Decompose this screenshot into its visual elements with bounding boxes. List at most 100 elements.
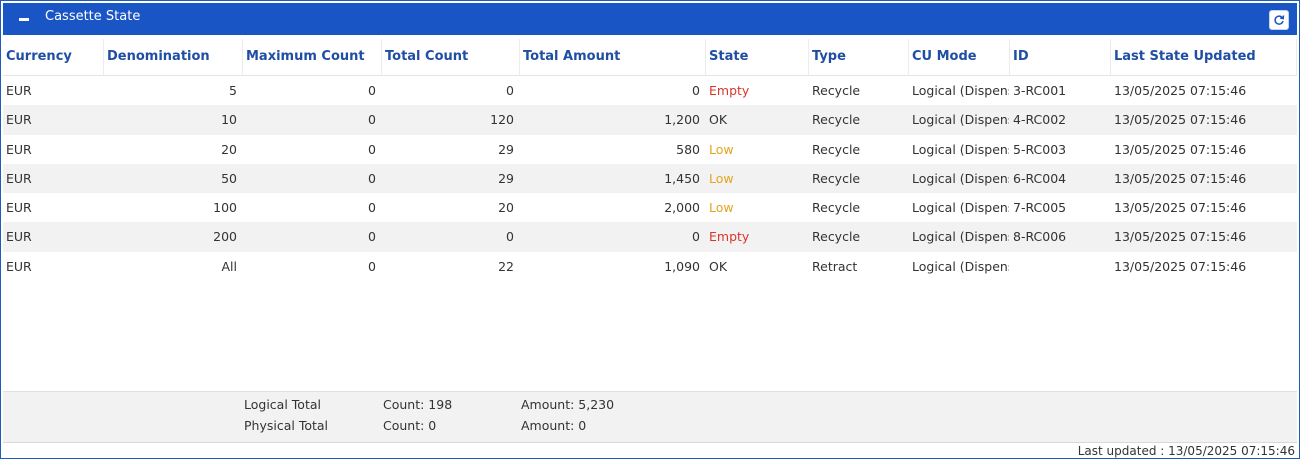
state-cell: Low [709, 141, 734, 157]
id-cell: 7-RC005 [1013, 200, 1067, 216]
last-updated-cell: 13/05/2025 07:15:46 [1114, 112, 1247, 128]
id-cell: 3-RC001 [1013, 83, 1067, 98]
refresh-button[interactable] [1269, 10, 1289, 30]
physical-total-amount: Amount: 0 [521, 418, 587, 433]
table-body: EUR5000EmptyRecycleLogical (Dispense)3-R… [3, 76, 1297, 281]
max-count-cell: 0 [368, 200, 376, 216]
cu-mode-cell: Logical (Dispense) [912, 170, 1009, 186]
total-count-cell: 0 [506, 229, 514, 245]
total-amount-cell: 2,000 [664, 200, 700, 216]
table-row[interactable]: EUR 20 0 29 580 Low Recycle Logical (Dispense)5… [3, 135, 1297, 164]
panel-header: Cassette State [3, 3, 1297, 35]
type-cell: Recycle [812, 200, 861, 216]
max-count-cell: 0 [368, 170, 376, 186]
max-count-cell: 0 [368, 258, 376, 274]
denomination-cell: 50 [221, 170, 237, 186]
max-count-cell: 0 [368, 141, 376, 157]
currency-cell: EUR [6, 170, 32, 186]
id-cell: 5-RC003 [1013, 141, 1067, 157]
currency-cell: EUR [6, 112, 32, 128]
total-amount-cell: 0 [692, 229, 700, 245]
cu-mode-cell: Logical (Dispense) [912, 200, 1009, 216]
currency-cell: EUR [6, 200, 32, 216]
type-cell: Recycle [812, 141, 861, 157]
column-header-cu-mode[interactable]: CU Mode [909, 39, 1010, 75]
id-cell: 6-RC004 [1013, 170, 1067, 186]
column-header-updated[interactable]: Last State Updated [1111, 39, 1297, 75]
refresh-icon [1274, 15, 1285, 25]
type-cell: Recycle [812, 112, 861, 128]
currency-cell: EUR [6, 141, 32, 157]
total-count-cell: 29 [498, 170, 514, 186]
total-amount-cell: 0 [692, 83, 700, 98]
cu-mode-cell: Logical (Dispense) [912, 141, 1009, 157]
logical-total-amount: Amount: 5,230 [521, 397, 615, 412]
table-row[interactable]: EUR 10 0 120 1,200 OK Recycle Logical (Dispense… [3, 105, 1297, 135]
type-cell: Recycle [812, 170, 861, 186]
id-cell: 4-RC002 [1013, 112, 1067, 128]
column-header-state[interactable]: State [706, 39, 809, 75]
id-cell: 8-RC006 [1013, 229, 1067, 245]
column-header-total-amount[interactable]: Total Amount [520, 39, 706, 75]
max-count-cell: 0 [368, 83, 376, 98]
table-header: Currency Denomination Maximum Count Total C… [3, 39, 1297, 76]
column-header-denomination[interactable]: Denomination [104, 39, 243, 75]
total-count-cell: 29 [498, 141, 514, 157]
column-header-currency[interactable]: Currency [3, 39, 104, 75]
currency-cell: EUR [6, 229, 32, 245]
last-updated-cell: 13/05/2025 07:15:46 [1114, 258, 1247, 274]
table-row[interactable]: EUR 200 0 0 0 Empty Recycle Logical (Dispense)8… [3, 222, 1297, 252]
total-count-cell: 22 [498, 258, 514, 274]
denomination-cell: 200 [213, 229, 237, 245]
total-count-cell: 120 [490, 112, 514, 128]
physical-total-count: Count: 0 [383, 418, 437, 433]
id-cell [1010, 252, 1111, 281]
state-cell: Low [709, 200, 734, 216]
cu-mode-cell: Logical (Dispense) [912, 229, 1009, 245]
denomination-cell: 20 [221, 141, 237, 157]
column-header-id[interactable]: ID [1010, 39, 1111, 75]
max-count-cell: 0 [368, 112, 376, 128]
logical-total-count: Count: 198 [383, 397, 453, 412]
table-row[interactable]: EUR 50 0 29 1,450 Low Recycle Logical (Dispense… [3, 163, 1297, 194]
type-cell: Recycle [812, 229, 861, 245]
last-updated-cell: 13/05/2025 07:15:46 [1114, 170, 1247, 186]
last-updated-status: Last updated : 13/05/2025 07:15:46 [1077, 444, 1295, 458]
currency-cell: EUR [6, 258, 32, 274]
last-updated-cell: 13/05/2025 07:15:46 [1114, 83, 1247, 98]
cu-mode-cell: Logical (Dispense) [912, 112, 1009, 128]
type-cell: Retract [812, 258, 858, 274]
denomination-cell: 100 [213, 200, 237, 216]
denomination-cell: 5 [229, 83, 237, 98]
cassette-state-panel: Cassette State Currency Denomination Maxim… [0, 0, 1300, 459]
state-cell: Empty [709, 83, 750, 98]
minus-icon[interactable] [19, 18, 29, 21]
type-cell: Recycle [812, 83, 861, 98]
state-cell: Low [709, 170, 734, 186]
table-row[interactable]: EUR All 0 22 1,090 OK Retract Logical (Dispense… [3, 252, 1297, 281]
table-row[interactable]: EUR 100 0 20 2,000 Low Recycle Logical (Dispens… [3, 193, 1297, 222]
totals-footer: Logical Total Count: 198 Amount: 5,230 P… [3, 391, 1297, 443]
last-updated-cell: 13/05/2025 07:15:46 [1114, 141, 1247, 157]
cu-mode-cell: Logical (Dispense) [912, 83, 1009, 98]
panel-title: Cassette State [45, 9, 141, 24]
state-cell: OK [709, 258, 728, 274]
total-amount-cell: 1,200 [664, 112, 700, 128]
table-row[interactable]: EUR 5 0 0 0 Empty Recycle Logical (Dispense) 3-R… [3, 76, 1297, 105]
currency-cell: EUR [6, 83, 32, 98]
cu-mode-cell: Logical (Dispense) [912, 258, 1009, 274]
column-header-type[interactable]: Type [809, 39, 909, 75]
total-count-cell: 0 [506, 83, 514, 98]
state-cell: Empty [709, 229, 750, 245]
total-amount-cell: 1,450 [664, 170, 700, 186]
max-count-cell: 0 [368, 229, 376, 245]
last-updated-cell: 13/05/2025 07:15:46 [1114, 200, 1247, 216]
physical-total-label: Physical Total [244, 418, 329, 433]
total-amount-cell: 580 [676, 141, 700, 157]
logical-total-label: Logical Total [244, 397, 321, 412]
state-cell: OK [709, 112, 728, 128]
total-amount-cell: 1,090 [664, 258, 700, 274]
denomination-cell: All [221, 258, 238, 274]
column-header-total-count[interactable]: Total Count [382, 39, 520, 75]
column-header-max-count[interactable]: Maximum Count [243, 39, 382, 75]
